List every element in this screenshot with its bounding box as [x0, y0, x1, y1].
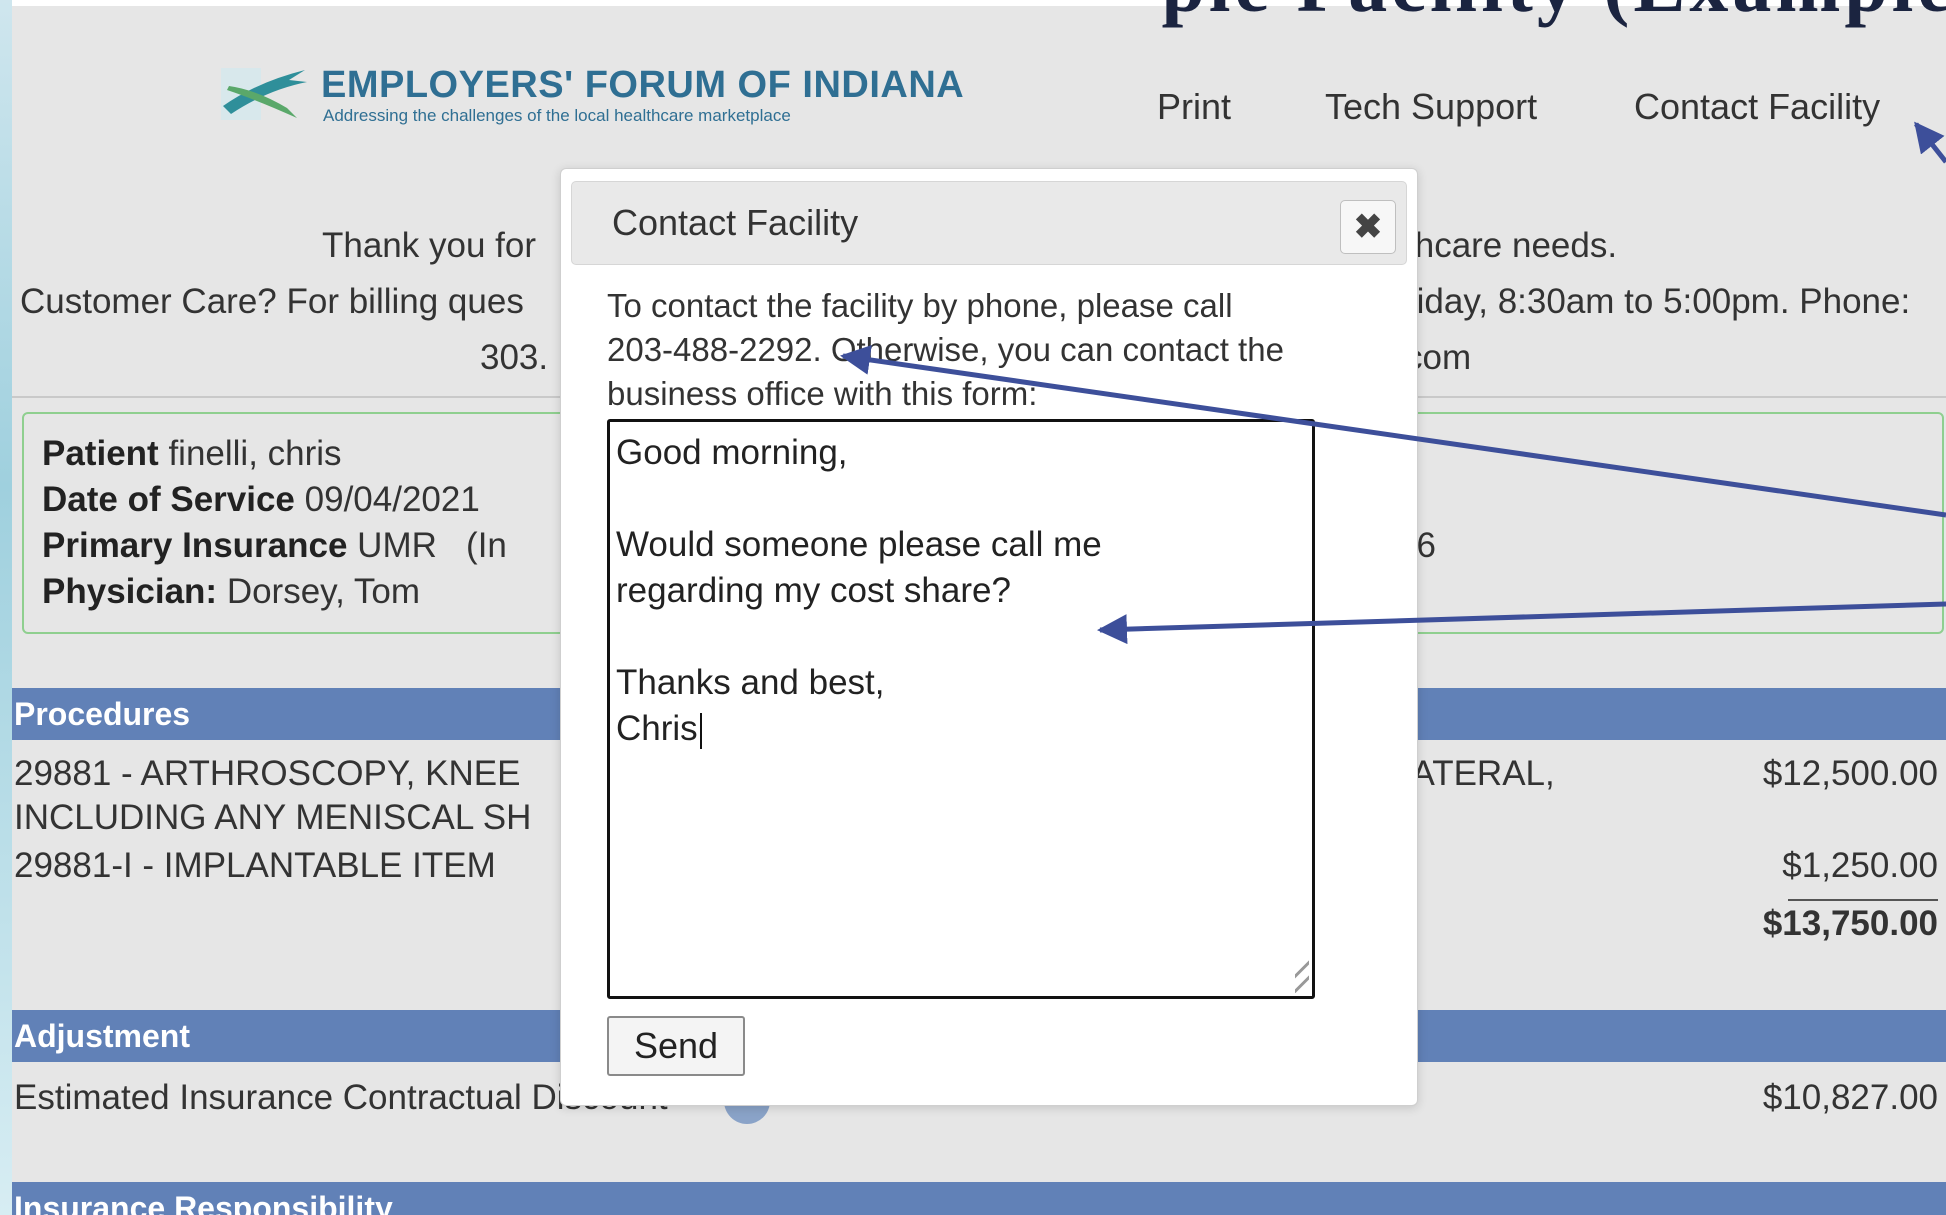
insurance-value: UMR (In	[357, 526, 507, 565]
message-line: Would someone please call me	[616, 525, 1102, 564]
patient-row: Patient finelli, chris	[42, 434, 342, 474]
screenshot-stage: EMPLOYERS' FORUM OF INDIANA Addressing t…	[0, 0, 1946, 1215]
physician-row: Physician: Dorsey, Tom	[42, 572, 420, 612]
message-line	[616, 614, 1306, 660]
modal-instructions-line-1: To contact the facility by phone, please…	[607, 287, 1233, 324]
message-textarea[interactable]: Good morning, Would someone please call …	[607, 419, 1315, 999]
modal-title: Contact Facility	[612, 202, 859, 243]
insurance-row: Primary Insurance UMR (In	[42, 526, 507, 566]
insurance-label: Primary Insurance	[42, 526, 348, 565]
estimate-page: EMPLOYERS' FORUM OF INDIANA Addressing t…	[12, 6, 1946, 1215]
intro-phone-start: 303.	[480, 338, 549, 377]
patient-label: Patient	[42, 434, 159, 473]
text-caret	[699, 712, 702, 749]
contact-facility-modal: Contact Facility ✖ To contact the facili…	[560, 168, 1418, 1106]
adjustment-amount: $10,827.00	[1762, 1078, 1938, 1117]
procedure-line-3: 29881-I - IMPLANTABLE ITEM	[14, 846, 496, 885]
nav-tech-support[interactable]: Tech Support	[1325, 86, 1537, 128]
physician-value: Dorsey, Tom	[226, 572, 421, 611]
intro-thank-you-end: thcare needs.	[1405, 226, 1618, 265]
close-icon[interactable]: ✖	[1340, 200, 1396, 254]
total-divider	[1788, 899, 1938, 901]
message-line: Good morning,	[616, 433, 848, 472]
modal-instructions-line-3: business office with this form:	[607, 375, 1038, 412]
logo-title: EMPLOYERS' FORUM OF INDIANA	[321, 64, 965, 106]
modal-instructions-line-2: 203-488-2292. Otherwise, you can contact…	[607, 331, 1284, 368]
nav-contact-facility[interactable]: Contact Facility	[1634, 86, 1880, 128]
procedure-line-2: INCLUDING ANY MENISCAL SH	[14, 798, 532, 837]
physician-label: Physician:	[42, 572, 218, 611]
logo-tagline: Addressing the challenges of the local h…	[323, 106, 791, 125]
message-line: regarding my cost share?	[616, 571, 1011, 610]
modal-header: Contact Facility ✖	[571, 181, 1407, 265]
dos-value: 09/04/2021	[304, 480, 480, 519]
patient-value: finelli, chris	[168, 434, 342, 473]
intro-hours: riday, 8:30am to 5:00pm. Phone:	[1405, 282, 1911, 321]
dos-label: Date of Service	[42, 480, 295, 519]
message-line	[616, 476, 1306, 522]
date-of-service-row: Date of Service 09/04/2021	[42, 480, 480, 520]
procedure-amount-1: $12,500.00	[1762, 754, 1938, 793]
procedure-amount-2: $1,250.00	[1782, 846, 1938, 885]
message-line-last: Chris	[616, 706, 1306, 752]
nav-print[interactable]: Print	[1157, 86, 1231, 128]
message-signature: Chris	[616, 709, 698, 748]
resize-grip-icon[interactable]	[1295, 947, 1309, 993]
slide-headline-fragment: ple Facility (Example)	[1161, 0, 1946, 30]
message-line: Thanks and best,	[616, 663, 885, 702]
slide-left-strip	[0, 0, 12, 1215]
intro-customer-care: Customer Care? For billing ques	[20, 282, 524, 321]
intro-thank-you: Thank you for	[322, 226, 536, 265]
procedures-total: $13,750.00	[1762, 904, 1938, 943]
insurance-responsibility-header: Insurance Responsibility	[12, 1182, 1946, 1215]
send-button[interactable]: Send	[607, 1016, 745, 1076]
employers-forum-logo: EMPLOYERS' FORUM OF INDIANA Addressing t…	[217, 60, 964, 130]
procedure-line-1: 29881 - ARTHROSCOPY, KNEE	[14, 754, 521, 793]
logo-swoosh-icon	[221, 68, 307, 120]
